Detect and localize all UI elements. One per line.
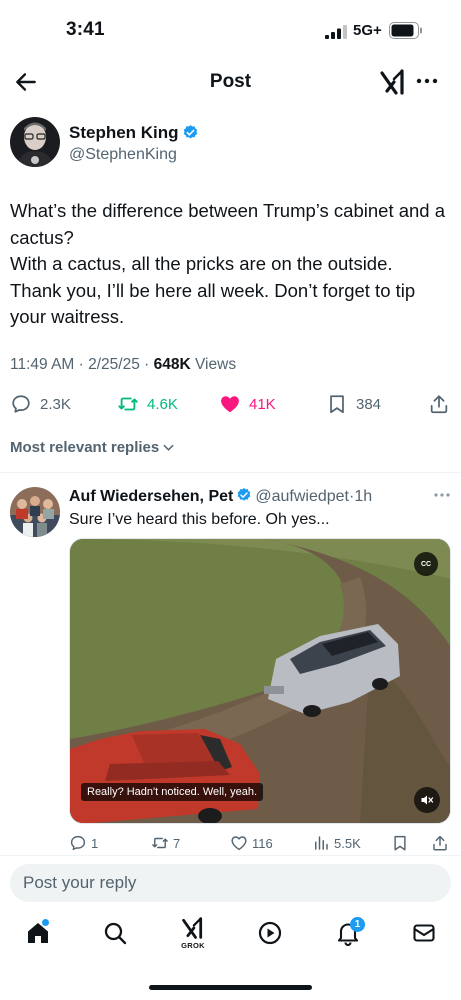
divider (0, 855, 461, 856)
reply-text: Sure I’ve heard this before. Oh yes... (69, 511, 330, 528)
author-name-text: Stephen King (69, 123, 179, 142)
video-subtitle: Really? Hadn't noticed. Well, yeah. (81, 783, 264, 801)
nav-bar: Post (0, 62, 461, 102)
share-icon (433, 835, 447, 851)
reply-header: Auf Wiedersehen, Pet @aufwiedpet·1h (69, 487, 372, 506)
mute-button[interactable] (414, 787, 440, 813)
search-icon (104, 922, 127, 945)
tab-home[interactable] (22, 919, 54, 954)
author-handle[interactable]: @StephenKing (69, 146, 177, 164)
post-meta: 11:49 AM · 2/25/25 · 648K Views (10, 356, 237, 373)
battery-icon (389, 22, 422, 39)
repost-count: 4.6K (147, 395, 178, 413)
play-icon (258, 921, 282, 945)
reply-repost-count: 7 (173, 835, 181, 851)
reply-age: 1h (354, 488, 373, 505)
views-icon (315, 836, 328, 850)
reply-views-button[interactable]: 5.5K (312, 831, 361, 855)
tab-grok[interactable]: GROK (177, 916, 209, 950)
reply-actions: 1 7 116 5.5K (0, 831, 461, 855)
reply-composer (10, 864, 451, 902)
repost-icon (152, 837, 168, 849)
post-author: Stephen King @StephenKing (10, 117, 451, 171)
tab-video[interactable] (254, 920, 286, 954)
status-time: 3:41 (66, 19, 105, 40)
bookmark-count: 384 (356, 395, 382, 413)
author-name[interactable]: Stephen King (69, 123, 199, 143)
reply-count: 2.3K (40, 395, 71, 413)
reply-button[interactable]: 2.3K (10, 389, 71, 419)
views-label: Views (195, 356, 237, 373)
heart-icon (231, 836, 247, 851)
verified-badge-icon (238, 488, 251, 501)
grok-icon (182, 917, 203, 939)
reply-icon (70, 835, 86, 851)
share-icon (430, 395, 448, 414)
views-count: 648K (153, 356, 191, 373)
reply-reply-button[interactable]: 1 (69, 831, 98, 855)
video-frame (70, 539, 450, 823)
more-icon[interactable] (414, 68, 440, 94)
home-indicator (149, 985, 312, 990)
mail-icon (413, 924, 435, 942)
reply-share-button[interactable] (431, 831, 449, 855)
reply-avatar[interactable] (10, 487, 60, 537)
divider (0, 472, 461, 473)
reply-reply-count: 1 (91, 835, 99, 851)
more-icon[interactable] (432, 488, 452, 502)
cc-button[interactable]: CC (414, 552, 438, 576)
reply-item[interactable]: Auf Wiedersehen, Pet @aufwiedpet·1h Sure … (0, 479, 461, 859)
video-player[interactable]: CC Really? Hadn't noticed. Well, yeah. (69, 538, 451, 824)
replies-sort[interactable]: Most relevant replies (10, 439, 175, 456)
post-text: What’s the difference between Trump’s ca… (10, 200, 446, 327)
reply-author-handle[interactable]: @aufwiedpet (255, 488, 349, 505)
signal-icon (325, 25, 347, 39)
home-dot (42, 919, 49, 926)
notification-badge: 1 (350, 917, 365, 932)
tab-bar: GROK 1 (0, 912, 461, 962)
heart-icon (221, 396, 239, 413)
replies-sort-label: Most relevant replies (10, 439, 160, 456)
post-date: 2/25/25 (88, 356, 140, 373)
reply-input[interactable] (23, 864, 423, 902)
repost-button[interactable]: 4.6K (117, 389, 178, 419)
reply-views-count: 5.5K (334, 835, 361, 851)
reply-like-button[interactable]: 116 (230, 831, 273, 855)
network-label: 5G+ (353, 22, 382, 39)
reply-like-count: 116 (252, 835, 273, 851)
verified-badge-icon (183, 125, 197, 139)
like-button[interactable]: 41K (219, 389, 276, 419)
repost-icon (118, 397, 138, 411)
reply-bookmark-button[interactable] (391, 831, 409, 855)
bookmark-icon (330, 395, 344, 414)
red-car (70, 729, 260, 823)
post-time: 11:49 AM (10, 356, 75, 373)
mute-icon (421, 795, 434, 805)
grok-icon[interactable] (380, 68, 406, 96)
reply-icon (12, 395, 30, 413)
avatar[interactable] (10, 117, 60, 167)
tab-messages[interactable] (408, 920, 440, 954)
status-bar: 3:41 5G+ (0, 0, 461, 62)
post-actions: 2.3K 4.6K 41K 384 (0, 389, 461, 419)
bookmark-icon (394, 835, 406, 851)
like-count: 41K (249, 395, 276, 413)
grok-label: GROK (181, 941, 205, 950)
reply-repost-button[interactable]: 7 (151, 831, 180, 855)
chevron-down-icon (163, 444, 174, 451)
tab-search[interactable] (99, 920, 131, 954)
tab-notifications[interactable]: 1 (332, 917, 365, 954)
bookmark-button[interactable]: 384 (326, 389, 381, 419)
share-button[interactable] (428, 389, 450, 419)
reply-author-name[interactable]: Auf Wiedersehen, Pet (69, 488, 233, 505)
